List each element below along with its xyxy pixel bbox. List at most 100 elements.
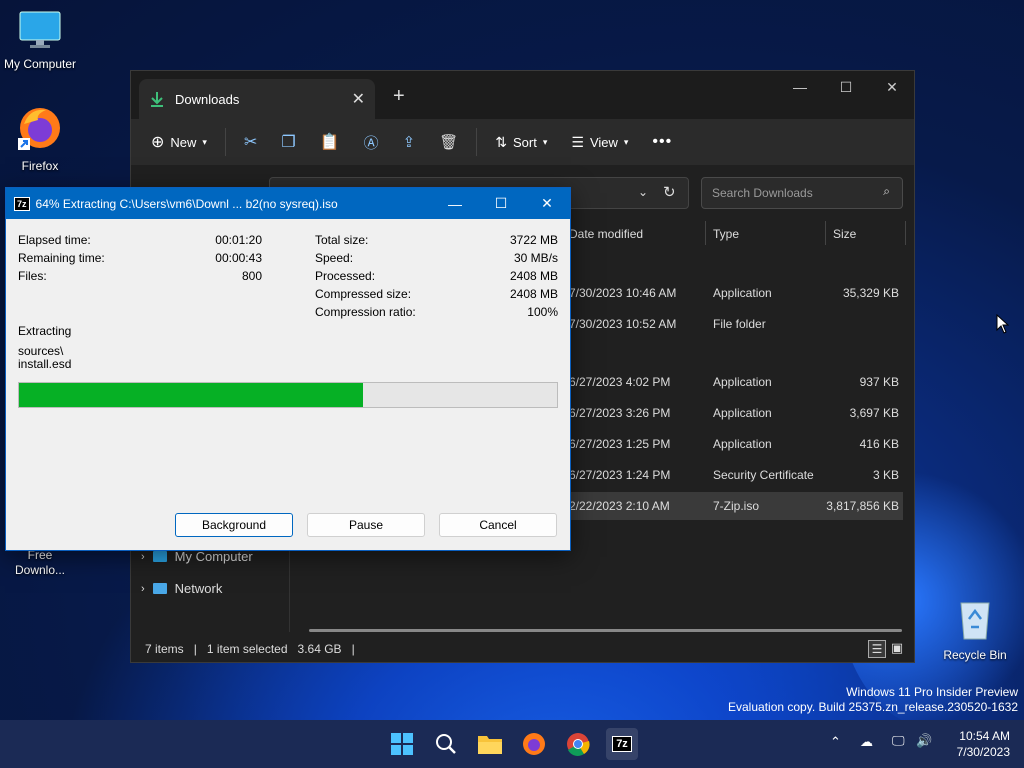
nav-item-label: My Computer xyxy=(174,549,253,564)
new-button[interactable]: ⊕ New ▾ xyxy=(141,126,217,158)
chevron-right-icon[interactable]: › xyxy=(141,551,145,563)
new-tab-button[interactable]: + xyxy=(393,85,405,108)
column-divider[interactable] xyxy=(905,221,906,245)
taskbar-7zip[interactable]: 7z xyxy=(606,728,638,760)
more-options-button[interactable]: ••• xyxy=(642,126,682,158)
maximize-button[interactable]: ☐ xyxy=(823,71,869,103)
firefox-icon xyxy=(18,108,60,150)
chevron-up-icon[interactable]: ⌃ xyxy=(830,734,841,750)
watermark-line-2: Evaluation copy. Build 25375.zn_release.… xyxy=(728,700,1018,714)
chevron-right-icon[interactable]: › xyxy=(141,583,145,595)
search-input[interactable]: Search Downloads ⌕ xyxy=(701,177,903,209)
table-row-selected[interactable]: 2/22/2023 2:10 AM 7-Zip.iso 3,817,856 KB xyxy=(569,492,903,520)
desktop-icon-label: Free Downlo... xyxy=(14,548,66,577)
chevron-down-icon: ▾ xyxy=(623,136,629,147)
rename-button[interactable]: Ⓐ xyxy=(354,126,389,158)
file-date: 7/30/2023 10:46 AM xyxy=(569,286,677,300)
column-header-date[interactable]: Date modified xyxy=(569,227,643,241)
plus-circle-icon: ⊕ xyxy=(151,134,165,151)
copy-button[interactable]: ❐ xyxy=(271,126,305,158)
monitor-icon xyxy=(152,551,167,562)
taskbar-search-button[interactable] xyxy=(430,728,462,760)
stat-value-total-size: 3722 MB xyxy=(509,233,558,247)
current-path: sources\ xyxy=(18,344,64,358)
column-header-size[interactable]: Size xyxy=(833,227,856,241)
file-size: 937 KB xyxy=(859,375,899,389)
table-row[interactable]: 6/27/2023 4:02 PM Application 937 KB xyxy=(569,368,903,396)
status-item-count: 7 items xyxy=(145,642,184,656)
column-divider[interactable] xyxy=(705,221,706,245)
close-button[interactable]: ✕ xyxy=(524,188,570,219)
delete-button[interactable]: 🗑 xyxy=(429,126,468,158)
current-file: install.esd xyxy=(18,357,72,371)
desktop-icon-my-computer[interactable]: My Computer xyxy=(0,10,80,71)
taskbar-chrome[interactable] xyxy=(562,728,594,760)
start-button[interactable] xyxy=(386,728,418,760)
progress-bar xyxy=(18,382,558,408)
table-row[interactable]: 6/27/2023 1:24 PM Security Certificate 3… xyxy=(569,461,903,489)
windows-logo-icon xyxy=(391,733,413,755)
view-button[interactable]: ☰ View ▾ xyxy=(561,126,638,158)
cancel-button[interactable]: Cancel xyxy=(439,513,557,537)
7zip-icon: 7z xyxy=(612,736,632,752)
tab-downloads[interactable]: Downloads ✕ xyxy=(139,79,375,119)
table-row[interactable]: 6/27/2023 3:26 PM Application 3,697 KB xyxy=(569,399,903,427)
nav-item-my-computer[interactable]: › My Computer xyxy=(141,549,253,564)
table-row[interactable]: 7/30/2023 10:46 AM Application 35,329 KB xyxy=(569,279,903,307)
toolbar-separator xyxy=(476,128,478,156)
file-date: 2/22/2023 2:10 AM xyxy=(569,499,670,513)
taskbar-file-explorer[interactable] xyxy=(474,728,506,760)
current-action: Extracting xyxy=(18,324,72,338)
pause-button[interactable]: Pause xyxy=(307,513,425,537)
network-status-icon[interactable]: 🖵 xyxy=(892,733,905,749)
horizontal-scrollbar[interactable] xyxy=(309,629,902,632)
new-button-label: New xyxy=(170,134,197,150)
close-icon[interactable]: ✕ xyxy=(352,89,365,109)
cut-button[interactable]: ✂ xyxy=(234,126,267,158)
share-button[interactable]: ⇪ xyxy=(393,126,426,158)
maximize-button[interactable]: ☐ xyxy=(478,188,524,219)
stat-value-speed: 30 MB/s xyxy=(513,251,558,265)
details-view-icon[interactable]: ☰ xyxy=(868,640,886,658)
watermark-line-1: Windows 11 Pro Insider Preview xyxy=(846,685,1018,699)
minimize-button[interactable]: — xyxy=(432,188,478,219)
status-separator: | xyxy=(351,642,355,656)
paste-button[interactable]: 📋 xyxy=(310,126,350,158)
recycle-bin-icon xyxy=(960,602,990,640)
clock[interactable]: 10:54 AM 7/30/2023 xyxy=(957,728,1010,760)
tab-title: Downloads xyxy=(175,91,240,107)
extract-progress-dialog: 7z 64% Extracting C:\Users\vm6\Downl ...… xyxy=(5,187,571,551)
dialog-title-bar[interactable]: 7z 64% Extracting C:\Users\vm6\Downl ...… xyxy=(6,188,570,219)
column-divider[interactable] xyxy=(825,221,826,245)
tiles-view-icon[interactable]: ▣ xyxy=(888,640,906,658)
desktop-icon-free-download[interactable]: Free Downlo... xyxy=(0,548,80,578)
folder-icon xyxy=(478,736,502,754)
taskbar-firefox[interactable] xyxy=(518,728,550,760)
desktop-icon-firefox[interactable]: Firefox xyxy=(0,104,80,173)
progress-fill xyxy=(19,383,364,407)
stat-label-compression-ratio: Compression ratio: xyxy=(315,305,416,319)
stat-value-remaining: 00:00:43 xyxy=(215,251,262,265)
evaluation-watermark: Windows 11 Pro Insider Preview Evaluatio… xyxy=(728,685,1018,715)
clock-date: 7/30/2023 xyxy=(956,745,1010,759)
chevron-down-icon: ▾ xyxy=(202,136,207,147)
nav-item-network[interactable]: › Network xyxy=(141,581,222,596)
cloud-icon[interactable]: ☁ xyxy=(860,734,873,750)
sort-button[interactable]: ⇅ Sort ▾ xyxy=(485,126,557,158)
volume-icon[interactable]: 🔊 xyxy=(916,733,932,749)
close-button[interactable]: ✕ xyxy=(869,71,915,103)
desktop-icon-recycle-bin[interactable]: Recycle Bin xyxy=(935,597,1015,662)
column-header-type[interactable]: Type xyxy=(713,227,739,241)
trash-icon: 🗑 xyxy=(439,134,459,151)
table-row[interactable]: 7/30/2023 10:52 AM File folder xyxy=(569,310,903,338)
status-selection: 1 item selected xyxy=(206,642,288,656)
file-date: 6/27/2023 4:02 PM xyxy=(569,375,671,389)
chrome-icon xyxy=(567,733,590,756)
refresh-icon[interactable]: ↻ xyxy=(663,183,676,201)
file-type: Application xyxy=(713,375,772,389)
table-row[interactable]: 6/27/2023 1:25 PM Application 416 KB xyxy=(569,430,903,458)
stat-label-files: Files: xyxy=(18,269,47,283)
background-button[interactable]: Background xyxy=(175,513,293,537)
chevron-down-icon[interactable]: ⌄ xyxy=(638,185,648,199)
minimize-button[interactable]: — xyxy=(777,71,823,103)
